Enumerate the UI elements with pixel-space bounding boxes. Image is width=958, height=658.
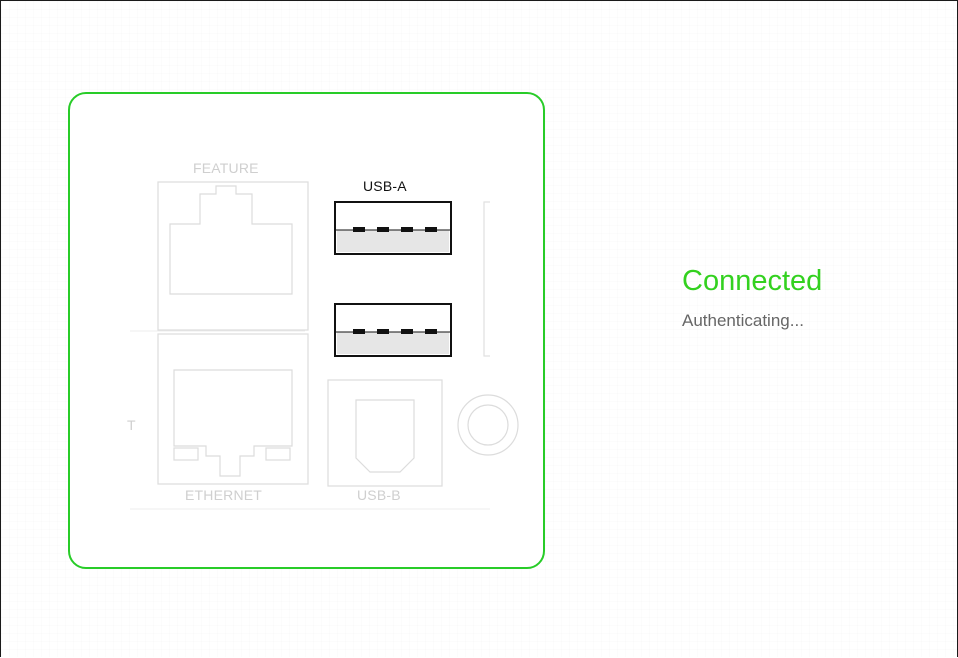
feature-port-icon [157, 181, 309, 331]
side-slot-outline [483, 201, 490, 357]
usb-a-port-label: USB-A [363, 178, 407, 194]
app-window: FEATURE USB-A T ETHERNET USB-B Connected… [0, 0, 958, 657]
usb-a-port-icon [334, 303, 452, 357]
feature-port-label: FEATURE [193, 160, 259, 176]
device-back-panel-illustration [130, 181, 519, 510]
device-port-diagram: FEATURE USB-A T ETHERNET USB-B [68, 92, 545, 569]
connection-status-title: Connected [682, 265, 823, 297]
ethernet-port-icon [157, 333, 309, 485]
connection-status-subtitle: Authenticating... [682, 311, 804, 330]
usb-b-port-icon [327, 379, 443, 487]
usb-b-port-label: USB-B [357, 487, 401, 503]
power-jack-icon [457, 394, 519, 456]
connection-status-panel: Connected Authenticating... [682, 261, 942, 331]
edge-port-label: T [127, 417, 136, 433]
usb-a-port-icon [334, 201, 452, 255]
ethernet-port-label: ETHERNET [185, 487, 263, 503]
